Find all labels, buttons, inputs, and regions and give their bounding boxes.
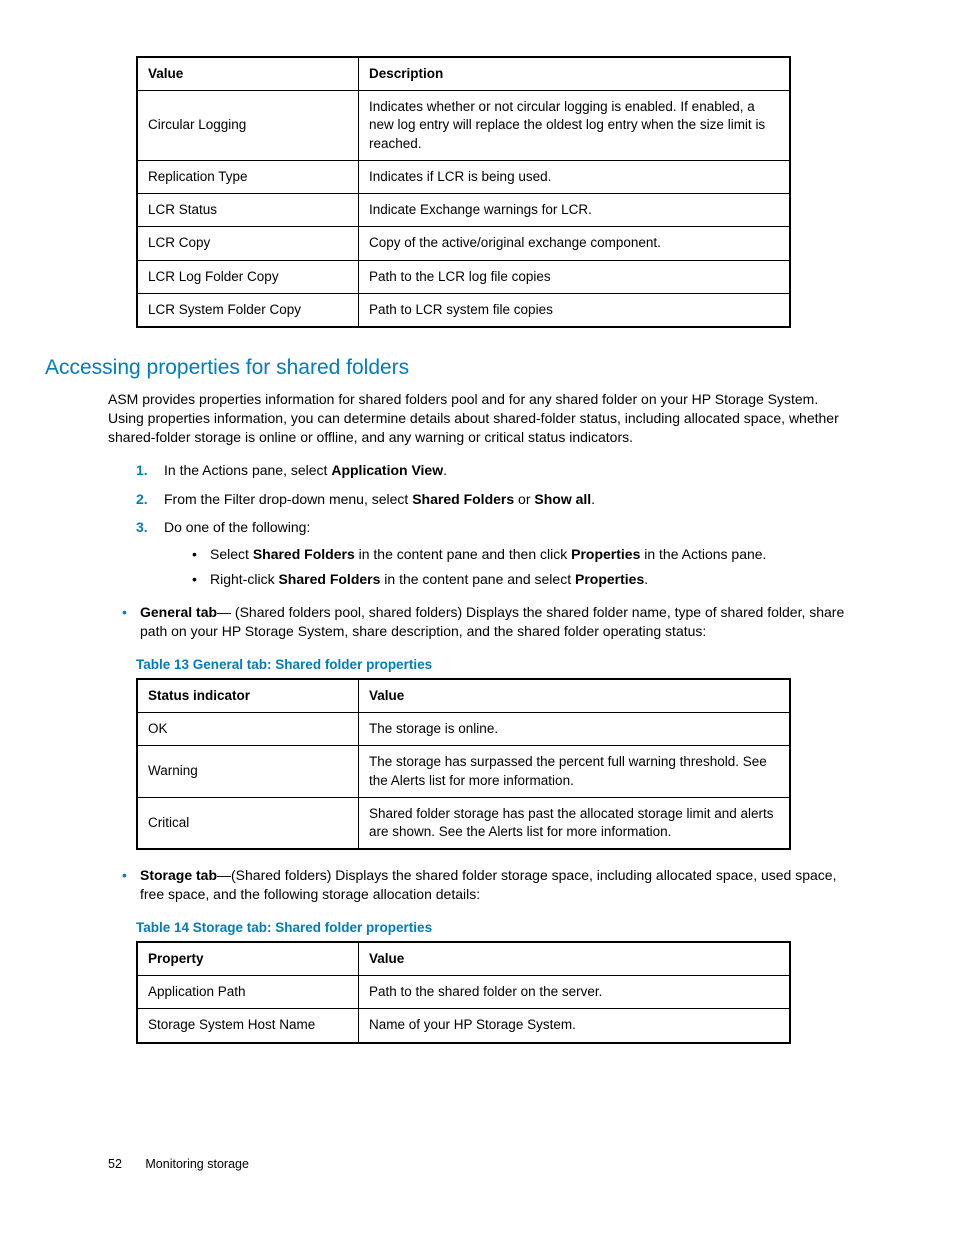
cell-status: Critical [137, 797, 359, 849]
t13-head-value: Value [359, 679, 791, 713]
cell-desc: Indicates if LCR is being used. [359, 160, 791, 193]
cell-desc: Indicates whether or not circular loggin… [359, 91, 791, 161]
table14-caption: Table 14 Storage tab: Shared folder prop… [136, 920, 846, 935]
b2-c: in the content pane and select [380, 571, 575, 587]
table-row: LCR Copy Copy of the active/original exc… [137, 227, 790, 260]
cell-desc: Path to the LCR log file copies [359, 260, 791, 293]
cell-value: Path to the shared folder on the server. [359, 976, 791, 1009]
step3-bullet-1: Select Shared Folders in the content pan… [192, 545, 846, 564]
general-tab-label: General tab [140, 604, 217, 620]
page-number: 52 [108, 1157, 122, 1171]
table-row: Storage System Host Name Name of your HP… [137, 1009, 790, 1043]
cell-value: LCR Copy [137, 227, 359, 260]
cell-value: Circular Logging [137, 91, 359, 161]
storage-tab-item: Storage tab—(Shared folders) Displays th… [122, 866, 846, 904]
b2-e: . [644, 571, 648, 587]
page: Value Description Circular Logging Indic… [0, 0, 954, 1235]
table13-caption: Table 13 General tab: Shared folder prop… [136, 657, 846, 672]
table-value-description: Value Description Circular Logging Indic… [136, 56, 791, 328]
t13-head-status: Status indicator [137, 679, 359, 713]
cell-value: The storage is online. [359, 713, 791, 746]
step3-sublist: Select Shared Folders in the content pan… [164, 545, 846, 589]
step3-text: Do one of the following: [164, 519, 310, 535]
step1-bold: Application View [331, 462, 443, 478]
storage-tab-list: Storage tab—(Shared folders) Displays th… [108, 866, 846, 904]
storage-tab-text: —(Shared folders) Displays the shared fo… [140, 867, 836, 902]
cell-value: Shared folder storage has past the alloc… [359, 797, 791, 849]
cell-value: LCR Status [137, 194, 359, 227]
section-heading: Accessing properties for shared folders [45, 356, 846, 380]
table1-head-description: Description [359, 57, 791, 91]
b1-a: Select [210, 546, 253, 562]
table-row: Circular Logging Indicates whether or no… [137, 91, 790, 161]
page-footer: 52 Monitoring storage [108, 1157, 249, 1171]
table-row: OK The storage is online. [137, 713, 790, 746]
step2-text-c: or [514, 491, 534, 507]
cell-desc: Path to LCR system file copies [359, 293, 791, 327]
step-1: In the Actions pane, select Application … [136, 461, 846, 480]
table-row: Application Path Path to the shared fold… [137, 976, 790, 1009]
b1-e: in the Actions pane. [640, 546, 766, 562]
table-row: LCR Status Indicate Exchange warnings fo… [137, 194, 790, 227]
b1-bold-2: Properties [571, 546, 640, 562]
intro-paragraph: ASM provides properties information for … [108, 390, 846, 447]
step3-bullet-2: Right-click Shared Folders in the conten… [192, 570, 846, 589]
table-row: Critical Shared folder storage has past … [137, 797, 790, 849]
cell-property: Application Path [137, 976, 359, 1009]
b2-a: Right-click [210, 571, 278, 587]
t14-head-value: Value [359, 942, 791, 976]
table-row: LCR System Folder Copy Path to LCR syste… [137, 293, 790, 327]
steps-list: In the Actions pane, select Application … [108, 461, 846, 589]
table-row: Warning The storage has surpassed the pe… [137, 746, 790, 797]
cell-status: OK [137, 713, 359, 746]
step2-text-e: . [591, 491, 595, 507]
cell-desc: Copy of the active/original exchange com… [359, 227, 791, 260]
cell-value: Replication Type [137, 160, 359, 193]
cell-value: The storage has surpassed the percent fu… [359, 746, 791, 797]
step2-text-a: From the Filter drop-down menu, select [164, 491, 412, 507]
table-row: Replication Type Indicates if LCR is bei… [137, 160, 790, 193]
b1-bold-1: Shared Folders [253, 546, 355, 562]
general-tab-text: — (Shared folders pool, shared folders) … [140, 604, 844, 639]
step1-text-a: In the Actions pane, select [164, 462, 331, 478]
table1-head-value: Value [137, 57, 359, 91]
cell-property: Storage System Host Name [137, 1009, 359, 1043]
cell-value: Name of your HP Storage System. [359, 1009, 791, 1043]
table-14: Property Value Application Path Path to … [136, 941, 791, 1044]
step1-text-c: . [443, 462, 447, 478]
storage-tab-label: Storage tab [140, 867, 217, 883]
t14-head-property: Property [137, 942, 359, 976]
footer-section: Monitoring storage [145, 1157, 249, 1171]
cell-desc: Indicate Exchange warnings for LCR. [359, 194, 791, 227]
step-3: Do one of the following: Select Shared F… [136, 518, 846, 589]
b2-bold-1: Shared Folders [278, 571, 380, 587]
general-tab-list: General tab— (Shared folders pool, share… [108, 603, 846, 641]
cell-status: Warning [137, 746, 359, 797]
step2-bold-2: Show all [534, 491, 591, 507]
general-tab-item: General tab— (Shared folders pool, share… [122, 603, 846, 641]
table-row: LCR Log Folder Copy Path to the LCR log … [137, 260, 790, 293]
cell-value: LCR System Folder Copy [137, 293, 359, 327]
table-13: Status indicator Value OK The storage is… [136, 678, 791, 850]
b1-c: in the content pane and then click [355, 546, 571, 562]
b2-bold-2: Properties [575, 571, 644, 587]
cell-value: LCR Log Folder Copy [137, 260, 359, 293]
step2-bold-1: Shared Folders [412, 491, 514, 507]
step-2: From the Filter drop-down menu, select S… [136, 490, 846, 509]
